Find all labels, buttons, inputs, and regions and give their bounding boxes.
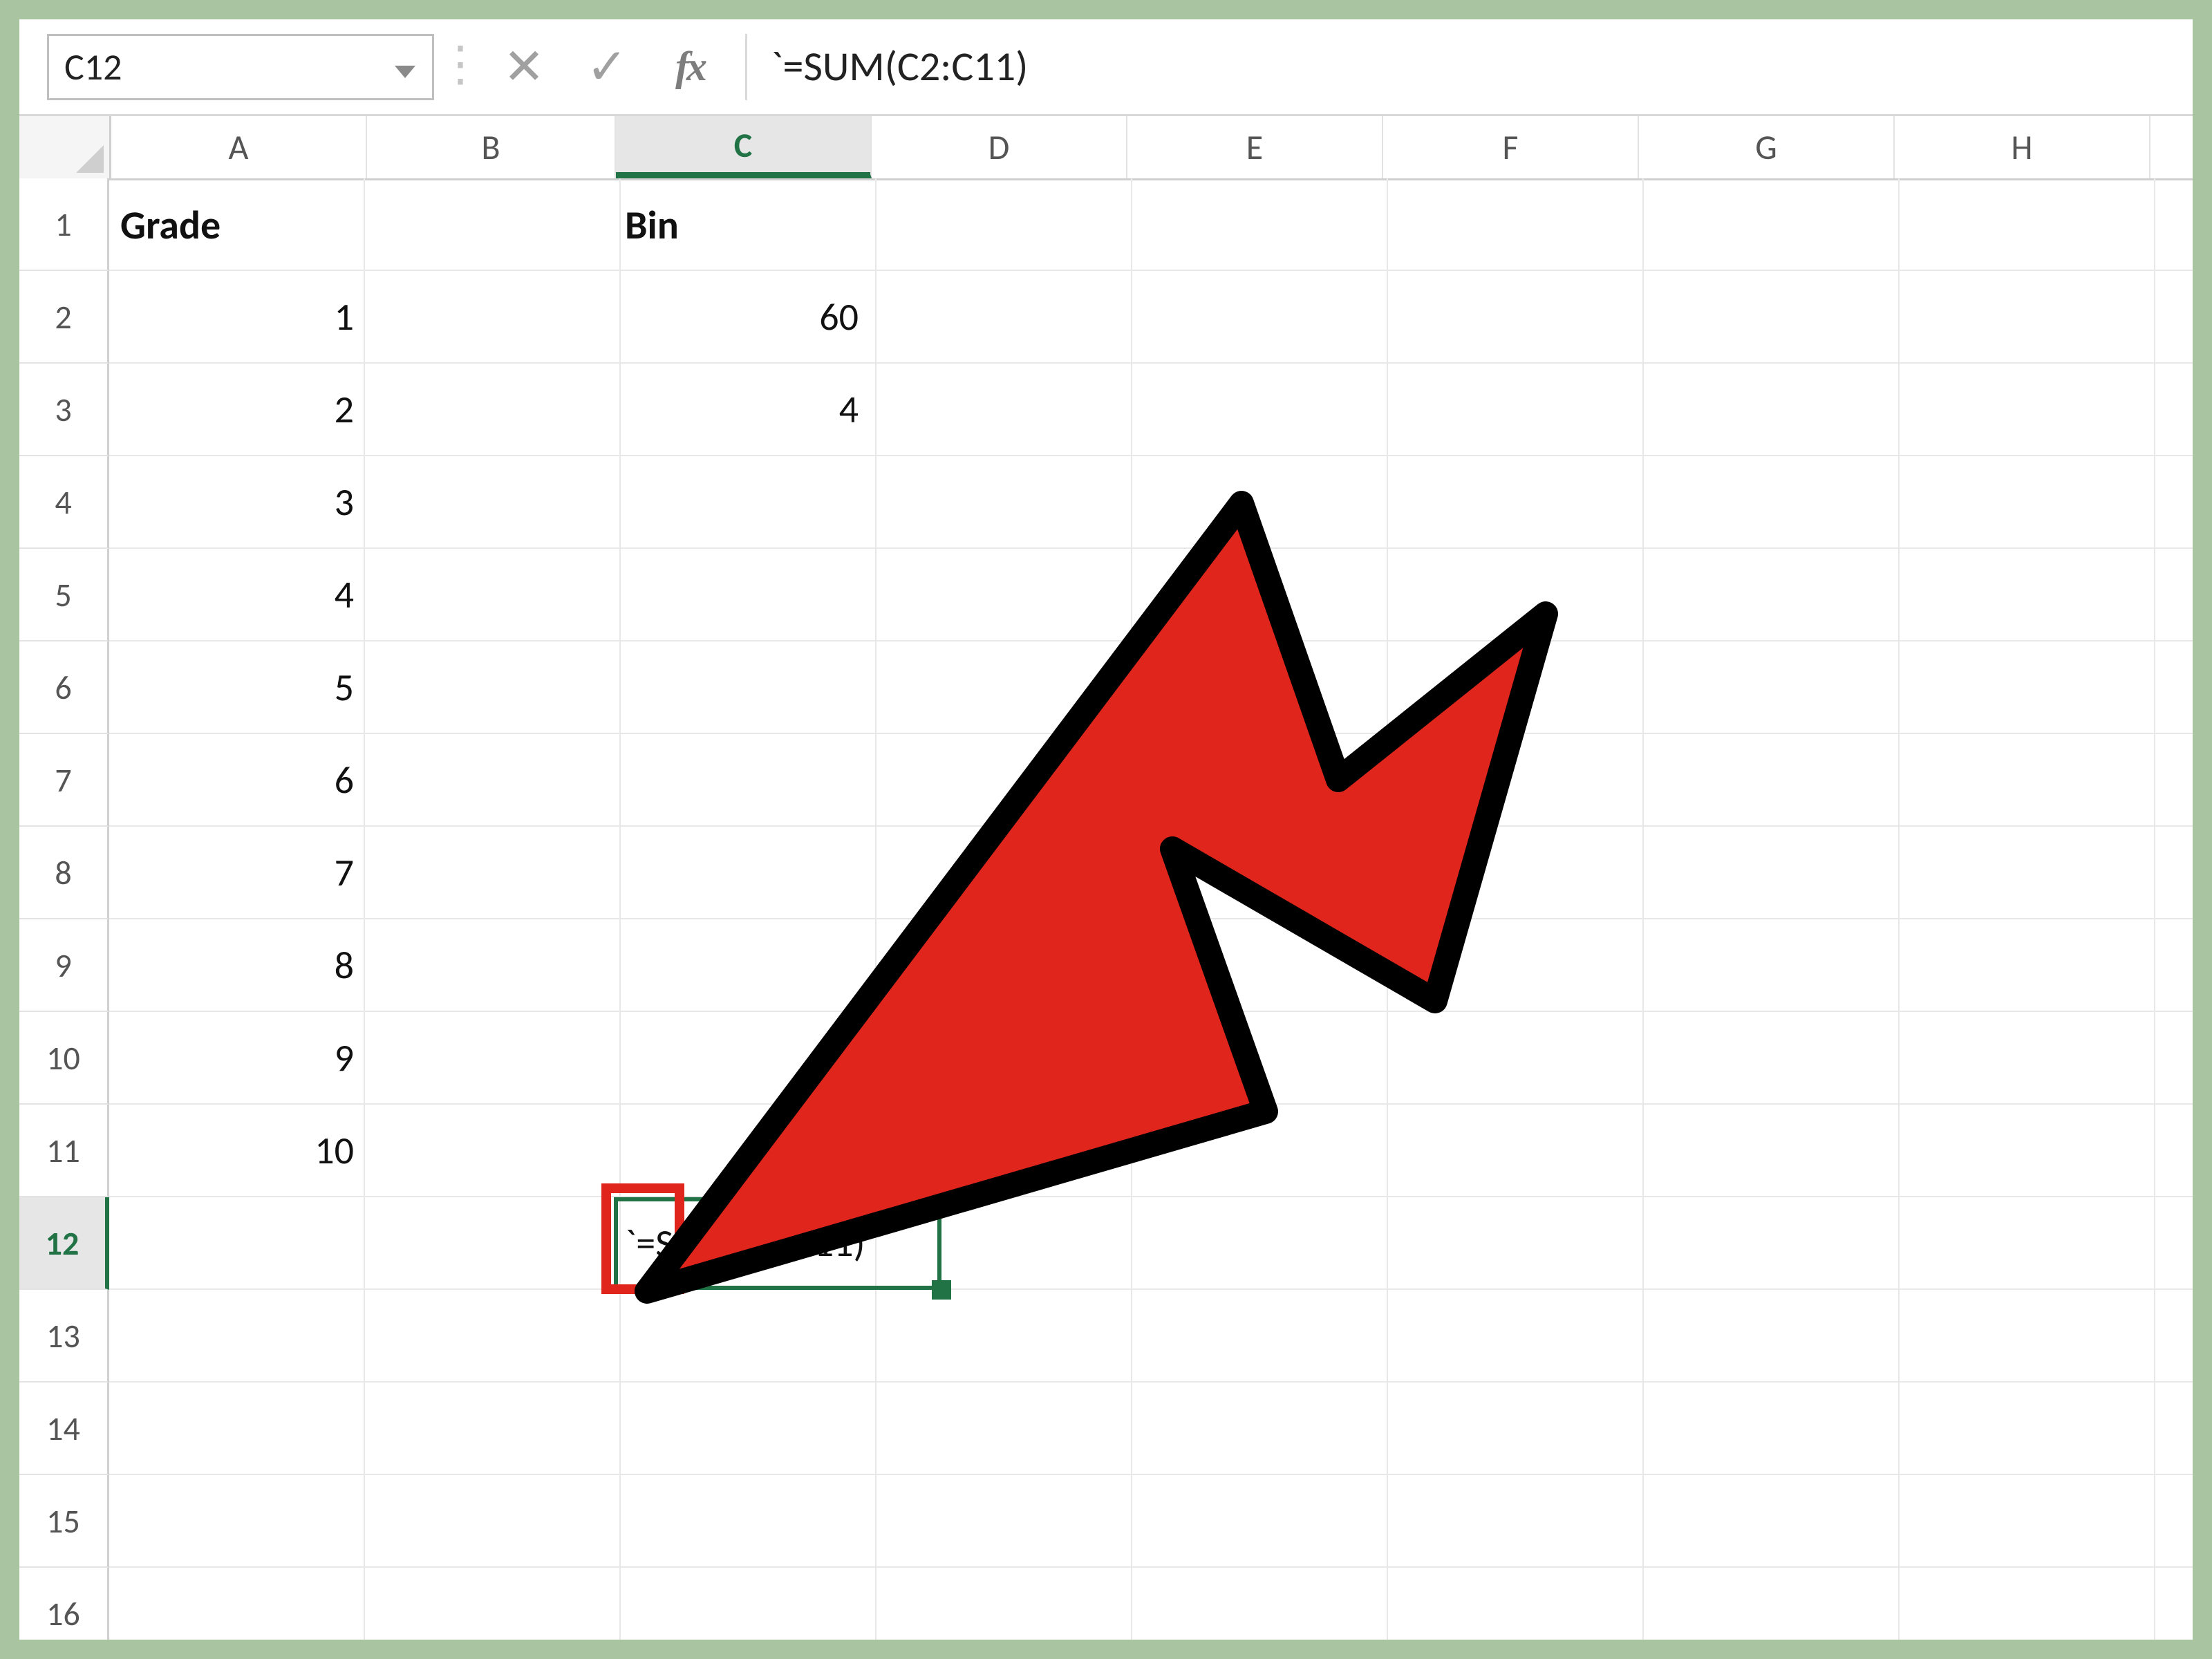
cell-value: Bin [625,200,679,250]
check-icon: ✓ [586,37,628,96]
grid[interactable]: A B C D E F G H 12345678910111213141516 … [19,116,2193,1640]
cell-A9[interactable]: 8 [109,919,365,1012]
separator-dots: ⋮ [434,49,482,85]
row-header[interactable]: 2 [19,271,109,364]
column-letter: B [481,126,500,169]
fx-icon: fx [675,43,704,91]
cell-C1[interactable]: Bin [614,178,870,271]
cell-A1[interactable]: Grade [109,178,365,271]
row-header[interactable]: 7 [19,734,109,827]
cell-A7[interactable]: 6 [109,734,365,827]
column-header[interactable]: H [1895,116,2150,178]
column-header[interactable]: F [1383,116,1639,178]
cell-value: 6 [335,757,354,804]
row-header[interactable]: 13 [19,1290,109,1382]
name-box[interactable]: C12 [47,34,434,100]
cell-value: `=SUM(C2:C11) [625,1220,865,1267]
row-headers: 12345678910111213141516 [19,178,109,1640]
row-header[interactable]: 14 [19,1382,109,1475]
row-header[interactable]: 15 [19,1475,109,1568]
formula-input[interactable]: `=SUM(C2:C11) [745,34,2173,100]
insert-function-button[interactable]: fx [648,32,731,102]
cell-value: 3 [335,479,354,526]
cell-value: 60 [819,294,859,341]
cell-C3[interactable]: 4 [614,364,870,456]
cell-C12[interactable]: `=SUM(C2:C11) [614,1197,1228,1290]
row-header[interactable]: 10 [19,1012,109,1105]
row-header[interactable]: 16 [19,1568,109,1640]
cell-A2[interactable]: 1 [109,271,365,364]
column-letter: G [1755,126,1777,169]
cell-value: 2 [335,386,354,433]
row-header[interactable]: 9 [19,919,109,1012]
cancel-icon: ✕ [503,37,545,96]
cell-A4[interactable]: 3 [109,456,365,549]
column-letter: D [988,126,1010,169]
row-header[interactable]: 6 [19,641,109,734]
cell-value: 10 [819,1127,859,1174]
cell-value: 5 [335,664,354,711]
column-letter: E [1246,126,1263,169]
enter-button[interactable]: ✓ [565,32,648,102]
cell-value: 4 [335,572,354,619]
cell-value: 8 [335,942,354,989]
column-header[interactable]: B [367,116,616,178]
row-header[interactable]: 3 [19,364,109,456]
column-headers: A B C D E F G H [19,116,2193,180]
cell-value: 7 [335,850,354,897]
column-letter: H [2011,126,2032,169]
column-header[interactable]: C [616,116,872,178]
row-header[interactable]: 8 [19,827,109,919]
cell-A5[interactable]: 4 [109,549,365,641]
cancel-button[interactable]: ✕ [482,32,565,102]
cells-area[interactable]: Grade Bin 1 2 3 4 5 6 7 8 9 10 60 4 10 `=SUM(C2:C11) [109,178,2193,1640]
cell-value: 9 [335,1035,354,1082]
row-header[interactable]: 4 [19,456,109,549]
chevron-down-icon[interactable] [393,44,417,90]
row-header[interactable]: 5 [19,549,109,641]
column-letter: F [1503,126,1519,169]
cell-A10[interactable]: 9 [109,1012,365,1105]
cell-C2[interactable]: 60 [614,271,870,364]
spreadsheet-window: C12 ⋮ ✕ ✓ fx `=SUM(C2:C11) [19,19,2193,1640]
cell-C11[interactable]: 10 [614,1105,870,1197]
row-header[interactable]: 12 [19,1197,109,1290]
cell-value: 4 [839,386,859,433]
column-header[interactable]: E [1127,116,1383,178]
column-letter: C [734,124,752,167]
formula-bar: C12 ⋮ ✕ ✓ fx `=SUM(C2:C11) [19,19,2193,116]
name-box-value: C12 [64,44,122,90]
cell-A6[interactable]: 5 [109,641,365,734]
column-header[interactable]: D [872,116,1127,178]
cell-A8[interactable]: 7 [109,827,365,919]
column-header[interactable]: A [111,116,367,178]
cell-value: 10 [315,1127,354,1174]
row-header[interactable]: 11 [19,1105,109,1197]
row-header[interactable]: 1 [19,178,109,271]
cell-A11[interactable]: 10 [109,1105,365,1197]
formula-text: `=SUM(C2:C11) [771,41,1028,92]
cell-value: 1 [335,294,354,341]
column-header[interactable]: G [1639,116,1895,178]
cell-value: Grade [120,200,221,250]
cell-A3[interactable]: 2 [109,364,365,456]
column-letter: A [229,126,249,169]
select-all-corner[interactable] [19,116,111,178]
